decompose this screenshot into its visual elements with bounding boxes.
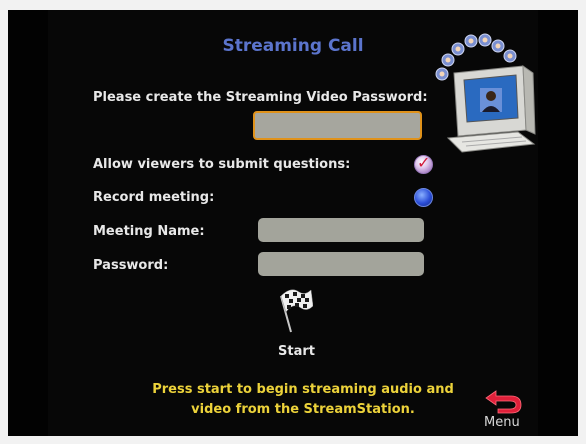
password-label: Password:: [93, 258, 169, 273]
allow-questions-label: Allow viewers to submit questions:: [93, 157, 351, 172]
record-meeting-checkbox[interactable]: [414, 188, 433, 207]
password-prompt-label: Please create the Streaming Video Passwo…: [93, 90, 428, 105]
menu-button[interactable]: Menu: [478, 385, 533, 435]
meeting-name-label: Meeting Name:: [93, 224, 205, 239]
back-arrow-icon: [485, 390, 522, 414]
checkmark-icon: ✓: [417, 153, 431, 172]
password-input[interactable]: [258, 252, 424, 276]
screen-edge-left: [8, 10, 48, 436]
screen-edge-right: [538, 10, 578, 436]
record-meeting-label: Record meeting:: [93, 190, 215, 205]
instruction-line-1: Press start to begin streaming audio and: [152, 382, 454, 397]
instruction-text: Press start to begin streaming audio and…: [123, 380, 483, 420]
instruction-line-2: video from the StreamStation.: [191, 402, 415, 417]
meeting-name-input[interactable]: [258, 218, 424, 242]
menu-label: Menu: [484, 415, 520, 430]
streaming-call-screen: Streaming Call Please create the Streami…: [8, 10, 578, 436]
checkered-flag-icon: [280, 289, 313, 333]
allow-questions-checkbox[interactable]: ✓: [414, 153, 433, 174]
streaming-password-input[interactable]: [253, 111, 422, 140]
page-title: Streaming Call: [222, 36, 364, 56]
start-label: Start: [278, 344, 315, 359]
